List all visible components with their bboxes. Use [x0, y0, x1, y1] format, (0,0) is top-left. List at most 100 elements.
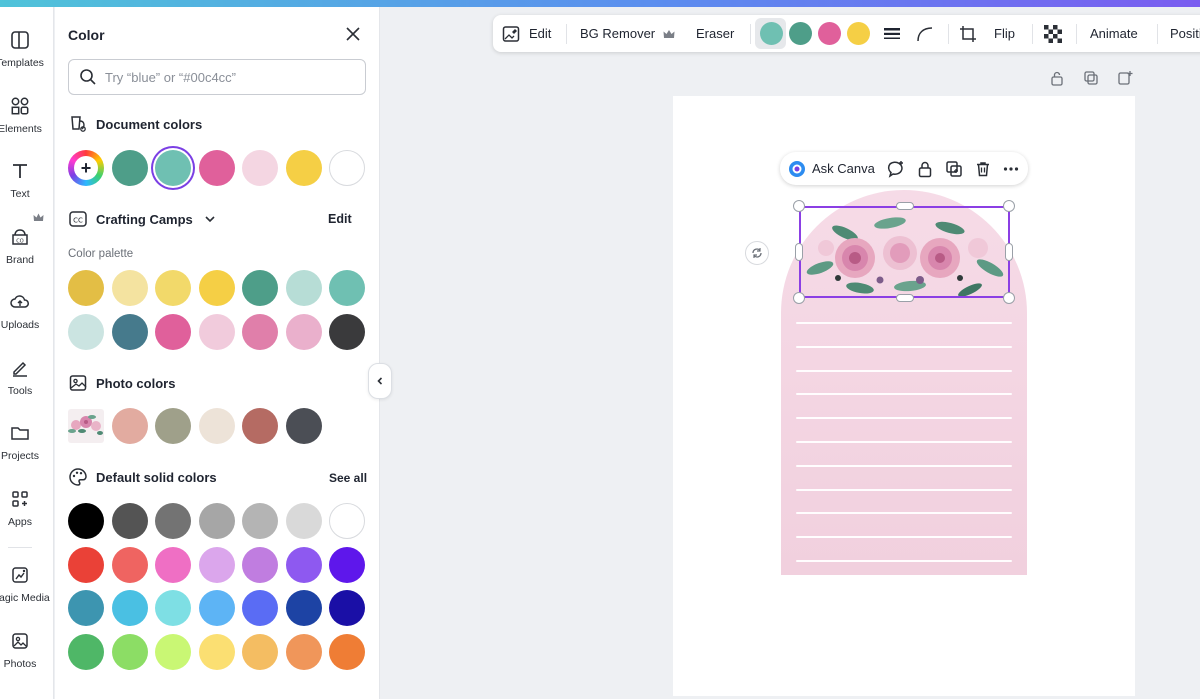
default-color-swatch[interactable]	[111, 503, 148, 539]
rail-brand[interactable]: CO Brand	[0, 225, 50, 285]
default-color-swatch[interactable]	[329, 546, 365, 583]
default-color-swatch[interactable]	[285, 633, 322, 670]
default-color-swatch[interactable]	[111, 633, 148, 670]
brand-color-swatch[interactable]	[155, 270, 191, 306]
default-color-swatch[interactable]	[329, 503, 365, 539]
transparency-button[interactable]	[1044, 15, 1062, 52]
duplicate-button[interactable]	[945, 152, 963, 185]
corner-rounding-button[interactable]	[916, 15, 934, 52]
rail-apps[interactable]: Apps	[0, 487, 50, 547]
resize-handle[interactable]	[795, 243, 803, 261]
color-search-field[interactable]	[68, 59, 366, 95]
document-color-swatch[interactable]	[155, 150, 191, 186]
animate-button[interactable]: Animate	[1090, 15, 1138, 52]
see-all-link[interactable]: See all	[329, 471, 367, 485]
resize-handle[interactable]	[896, 294, 914, 302]
resize-handle[interactable]	[1003, 200, 1015, 212]
default-color-swatch[interactable]	[329, 633, 365, 670]
rail-templates[interactable]: Templates	[0, 28, 50, 88]
toolbar-color-swatch[interactable]	[789, 22, 812, 45]
default-color-swatch[interactable]	[198, 503, 235, 539]
toolbar-color-swatch[interactable]	[818, 22, 841, 45]
rail-elements[interactable]: Elements	[0, 94, 50, 154]
document-color-swatch[interactable]	[285, 150, 322, 186]
default-color-swatch[interactable]	[155, 633, 191, 670]
rail-magic-media[interactable]: Magic Media	[0, 563, 50, 623]
comment-button[interactable]	[887, 152, 905, 185]
photo-color-swatch[interactable]	[111, 408, 148, 444]
brand-color-swatch[interactable]	[198, 270, 235, 306]
default-color-swatch[interactable]	[111, 590, 148, 626]
default-color-swatch[interactable]	[68, 503, 104, 539]
photo-color-swatch[interactable]	[285, 408, 322, 444]
default-color-swatch[interactable]	[198, 546, 235, 583]
brand-color-swatch[interactable]	[329, 313, 365, 350]
default-color-swatch[interactable]	[155, 590, 191, 626]
toolbar-color-swatch[interactable]	[760, 22, 783, 45]
brand-color-swatch[interactable]	[285, 313, 322, 350]
border-style-button[interactable]	[883, 15, 901, 52]
brand-color-swatch[interactable]	[155, 313, 191, 350]
brand-color-swatch[interactable]	[68, 270, 104, 306]
default-color-swatch[interactable]	[242, 633, 278, 670]
ask-canva-button[interactable]: Ask Canva	[788, 152, 875, 185]
resize-handle[interactable]	[793, 292, 805, 304]
default-color-swatch[interactable]	[68, 546, 104, 583]
brand-color-swatch[interactable]	[242, 270, 278, 306]
eraser-button[interactable]: Eraser	[696, 15, 734, 52]
brand-color-swatch[interactable]	[329, 270, 365, 306]
brand-color-swatch[interactable]	[111, 270, 148, 306]
resize-handle[interactable]	[1003, 292, 1015, 304]
resize-handle[interactable]	[793, 200, 805, 212]
default-color-swatch[interactable]	[285, 546, 322, 583]
collapse-panel-button[interactable]	[368, 363, 392, 399]
document-color-swatch[interactable]	[329, 150, 365, 186]
bg-remover-button[interactable]: BG Remover	[580, 15, 675, 52]
add-page-icon[interactable]	[1117, 70, 1133, 86]
default-color-swatch[interactable]	[242, 590, 278, 626]
default-color-swatch[interactable]	[242, 546, 278, 583]
default-color-swatch[interactable]	[155, 546, 191, 583]
photo-color-swatch[interactable]	[198, 408, 235, 444]
default-color-swatch[interactable]	[198, 633, 235, 670]
brand-color-swatch[interactable]	[198, 313, 235, 350]
color-search-input[interactable]	[105, 69, 345, 85]
toolbar-color-swatch[interactable]	[847, 22, 870, 45]
photo-color-swatch[interactable]	[155, 408, 191, 444]
close-icon[interactable]	[345, 26, 361, 42]
default-color-swatch[interactable]	[198, 590, 235, 626]
default-color-swatch[interactable]	[68, 590, 104, 626]
default-color-swatch[interactable]	[68, 633, 104, 670]
document-color-swatch[interactable]	[242, 150, 278, 186]
document-color-swatch[interactable]	[198, 150, 235, 186]
add-color-button[interactable]: +	[68, 150, 104, 186]
rail-uploads[interactable]: Uploads	[0, 290, 50, 350]
lock-icon[interactable]	[1049, 70, 1065, 86]
delete-button[interactable]	[974, 152, 992, 185]
default-color-swatch[interactable]	[329, 590, 365, 626]
document-color-swatch[interactable]	[111, 150, 148, 186]
more-options-button[interactable]	[1002, 152, 1020, 185]
brand-kit-header[interactable]: CC Crafting Camps	[68, 209, 217, 229]
resize-handle[interactable]	[896, 202, 914, 210]
lock-element-button[interactable]	[916, 152, 934, 185]
brand-color-swatch[interactable]	[111, 313, 148, 350]
brand-color-swatch[interactable]	[242, 313, 278, 350]
photo-color-swatch[interactable]	[242, 408, 278, 444]
rail-text[interactable]: Text	[0, 159, 50, 219]
rotate-handle[interactable]	[745, 241, 769, 265]
flip-button[interactable]: Flip	[994, 15, 1015, 52]
photo-thumbnail[interactable]	[68, 409, 104, 443]
brand-color-swatch[interactable]	[68, 313, 104, 350]
default-color-swatch[interactable]	[242, 503, 278, 539]
default-color-swatch[interactable]	[285, 590, 322, 626]
crop-button[interactable]	[959, 15, 977, 52]
resize-handle[interactable]	[1005, 243, 1013, 261]
edit-image-button[interactable]: Edit	[502, 15, 551, 52]
rail-photos[interactable]: Photos	[0, 629, 50, 689]
position-button[interactable]: Position	[1170, 15, 1200, 52]
rail-tools[interactable]: Tools	[0, 356, 50, 416]
default-color-swatch[interactable]	[285, 503, 322, 539]
brand-color-swatch[interactable]	[285, 270, 322, 306]
default-color-swatch[interactable]	[155, 503, 191, 539]
